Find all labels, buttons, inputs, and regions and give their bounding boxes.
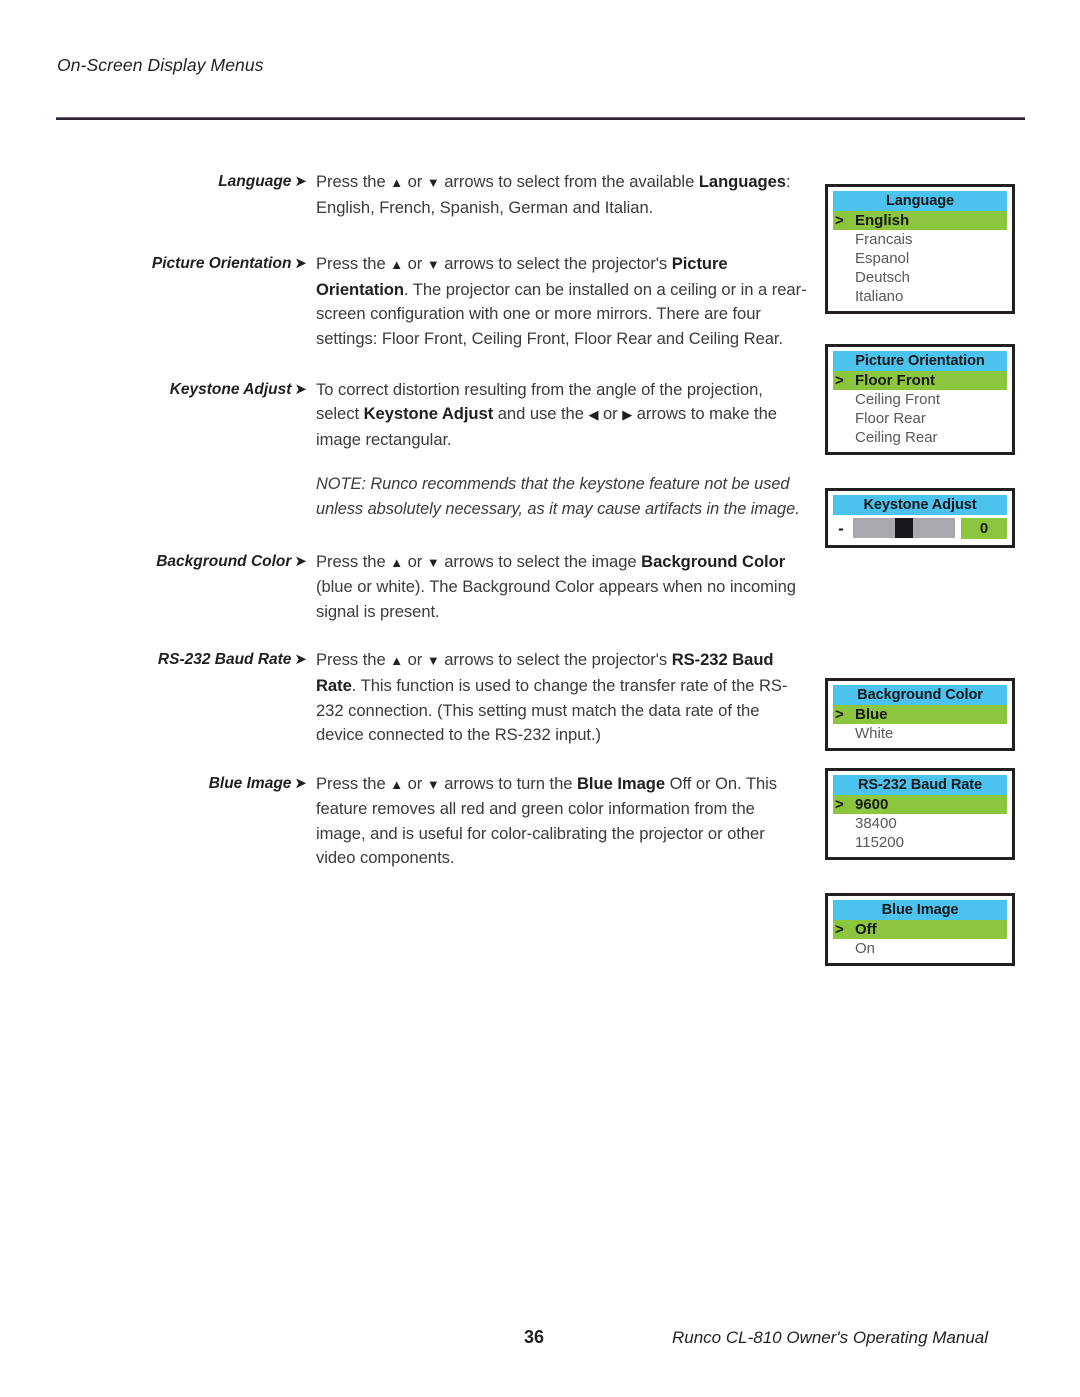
osd-title-keystone-adjust: Keystone Adjust bbox=[833, 495, 1007, 515]
osd-item[interactable]: 115200 bbox=[833, 833, 1007, 852]
osd-item-label: Blue bbox=[855, 706, 888, 723]
document-page: { "header": { "running_head": "On-Screen… bbox=[0, 0, 1080, 1397]
osd-item-list: >9600 38400 115200 bbox=[833, 795, 1007, 852]
osd-menu-language: Language > English Francais Espanol Deutsch I… bbox=[825, 184, 1015, 314]
keystone-note: NOTE: Runco recommends that the keystone… bbox=[316, 475, 800, 518]
osd-item-label: Ceiling Rear bbox=[855, 429, 938, 446]
osd-item-label: White bbox=[855, 725, 894, 742]
osd-menu-blue-image: Blue Image > Off On bbox=[825, 893, 1015, 966]
osd-menu-background-color: Background Color > Blue White bbox=[825, 678, 1015, 751]
osd-item[interactable]: > Off bbox=[833, 920, 1007, 939]
osd-item[interactable]: Ceiling Rear bbox=[833, 428, 1007, 447]
keystone-value: 0 bbox=[961, 517, 1007, 539]
section-background-color: Background Color ➤ Press the ▲ or ▼ arrow… bbox=[0, 550, 1080, 625]
page-number: 36 bbox=[524, 1327, 545, 1347]
osd-item-label: 9600 bbox=[855, 796, 889, 813]
section-body-rs232-baud-rate: Press the ▲ or ▼ arrows to select the pr… bbox=[316, 650, 788, 745]
osd-item[interactable]: 38400 bbox=[833, 814, 1007, 833]
osd-item-label: English bbox=[855, 212, 910, 229]
arrow-icon: ➤ bbox=[294, 552, 307, 570]
osd-item[interactable]: White bbox=[833, 724, 1007, 743]
selection-marker-icon: > bbox=[835, 706, 844, 723]
osd-item-list: > Floor Front Ceiling Front Floor Rear Ceili… bbox=[833, 371, 1007, 447]
osd-item[interactable]: > Blue bbox=[833, 705, 1007, 724]
arrow-icon: ➤ bbox=[294, 380, 307, 398]
osd-title-language: Language bbox=[833, 191, 1007, 211]
section-body-language: Press the ▲ or ▼ arrows to select from t… bbox=[316, 172, 791, 217]
osd-title-blue-image: Blue Image bbox=[833, 900, 1007, 920]
minus-icon: - bbox=[838, 518, 844, 538]
osd-item-label: Francais bbox=[855, 231, 913, 248]
section-label-picture-orientation: Picture Orientation ➤ bbox=[0, 252, 316, 277]
label-text: Blue Image bbox=[208, 774, 292, 792]
osd-item-label: Espanol bbox=[855, 250, 910, 267]
selection-marker-icon: > bbox=[835, 372, 844, 389]
selection-marker-icon: > bbox=[835, 921, 844, 938]
running-header: On-Screen Display Menus bbox=[57, 55, 264, 75]
osd-item-label: Ceiling Front bbox=[855, 391, 941, 408]
osd-item-list: > English Francais Espanol Deutsch Italiano bbox=[833, 211, 1007, 306]
section-body-picture-orientation: Press the ▲ or ▼ arrows to select the pr… bbox=[316, 254, 807, 348]
header-divider bbox=[56, 117, 1025, 120]
osd-item[interactable]: >9600 bbox=[833, 795, 1007, 814]
section-body-background-color: Press the ▲ or ▼ arrows to select the im… bbox=[316, 551, 796, 621]
osd-item-label: Off bbox=[855, 921, 877, 938]
section-label-keystone-adjust: Keystone Adjust ➤ bbox=[0, 378, 316, 403]
section-body-blue-image: Press the ▲ or ▼ arrows to turn the Blue… bbox=[316, 773, 778, 868]
osd-item[interactable]: Floor Rear bbox=[833, 409, 1007, 428]
osd-item[interactable]: > English bbox=[833, 211, 1007, 230]
osd-menu-rs232-baud-rate: RS-232 Baud Rate >9600 38400 115200 bbox=[825, 768, 1015, 860]
osd-item-list: > Blue White bbox=[833, 705, 1007, 743]
slider-track[interactable] bbox=[853, 518, 955, 538]
slider-thumb[interactable] bbox=[895, 518, 913, 538]
osd-title-background-color: Background Color bbox=[833, 685, 1007, 705]
selection-marker-icon: > bbox=[835, 796, 844, 813]
arrow-icon: ➤ bbox=[294, 651, 307, 669]
label-text: RS-232 Baud Rate bbox=[157, 651, 292, 669]
section-label-language: Language ➤ bbox=[0, 170, 316, 195]
section-label-blue-image: Blue Image ➤ bbox=[0, 772, 316, 797]
arrow-icon: ➤ bbox=[294, 255, 307, 273]
osd-item[interactable]: On bbox=[833, 939, 1007, 958]
label-text: Background Color bbox=[156, 552, 292, 570]
section-body-keystone-adjust: To correct distortion resulting from the… bbox=[316, 379, 777, 449]
arrow-icon: ➤ bbox=[294, 774, 307, 792]
osd-item-label: 38400 bbox=[855, 815, 897, 832]
osd-item[interactable]: Francais bbox=[833, 230, 1007, 249]
osd-item[interactable]: Ceiling Front bbox=[833, 390, 1007, 409]
osd-item[interactable]: Espanol bbox=[833, 249, 1007, 268]
selection-marker-icon: > bbox=[835, 212, 844, 229]
keystone-slider[interactable]: - 0 bbox=[833, 516, 1007, 540]
label-text: Keystone Adjust bbox=[169, 380, 292, 398]
osd-title-rs232-baud-rate: RS-232 Baud Rate bbox=[833, 775, 1007, 795]
osd-item-label: Floor Front bbox=[855, 372, 935, 389]
label-text: Language bbox=[218, 173, 292, 190]
manual-title: Runco CL-810 Owner's Operating Manual bbox=[672, 1328, 989, 1347]
section-label-rs232-baud-rate: RS-232 Baud Rate ➤ bbox=[0, 648, 316, 673]
label-text: Picture Orientation bbox=[151, 255, 292, 273]
osd-item-label: On bbox=[855, 940, 876, 957]
osd-item-label: Floor Rear bbox=[855, 410, 926, 427]
osd-menu-picture-orientation: Picture Orientation > Floor Front Ceiling … bbox=[825, 344, 1015, 455]
osd-item[interactable]: Deutsch bbox=[833, 268, 1007, 287]
section-label-background-color: Background Color ➤ bbox=[0, 550, 316, 575]
osd-item-label: Italiano bbox=[855, 288, 904, 305]
osd-item-list: > Off On bbox=[833, 920, 1007, 958]
page-footer: 36 Runco CL-810 Owner's Operating Manual bbox=[0, 1327, 1080, 1351]
osd-item-label: Deutsch bbox=[855, 269, 911, 286]
osd-title-picture-orientation: Picture Orientation bbox=[833, 351, 1007, 371]
arrow-icon: ➤ bbox=[294, 173, 307, 190]
osd-item-label: 115200 bbox=[855, 834, 904, 851]
osd-menu-keystone-adjust: Keystone Adjust - 0 bbox=[825, 488, 1015, 548]
osd-item[interactable]: > Floor Front bbox=[833, 371, 1007, 390]
osd-item[interactable]: Italiano bbox=[833, 287, 1007, 306]
